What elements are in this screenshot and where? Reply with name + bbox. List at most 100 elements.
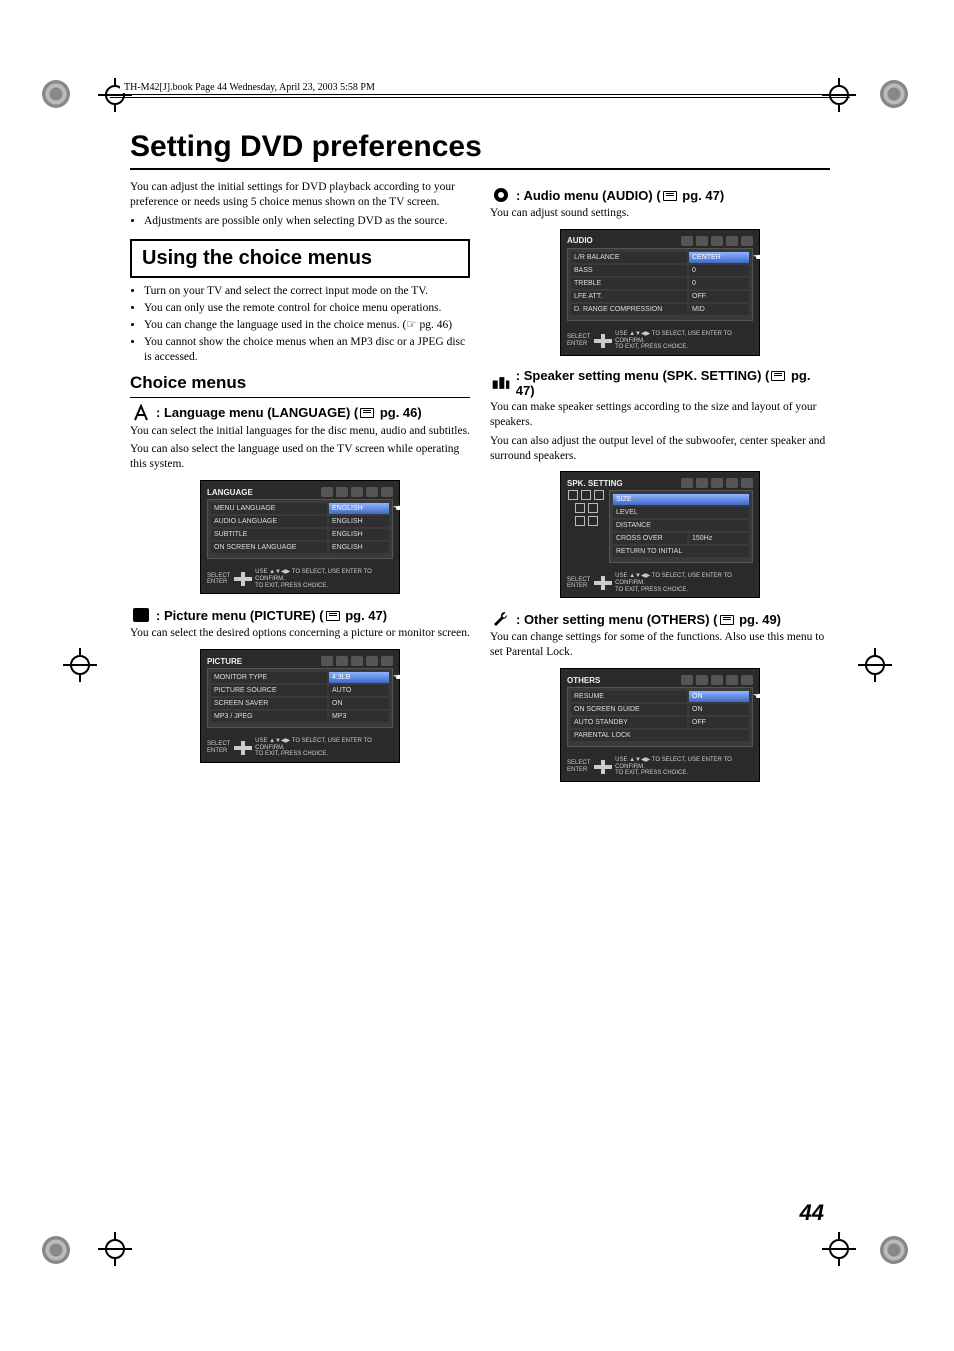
crop-mark-icon — [880, 1236, 908, 1264]
menu-row-value: MID — [689, 304, 749, 315]
audio-menu-screenshot: AUDIO L/R BALANCECENTER BASS0 TREBLE0 LF… — [560, 229, 760, 356]
menu-row-key: MP3 / JPEG — [211, 711, 327, 722]
dpad-icon — [234, 741, 251, 755]
menu-title: SPK. SETTING — [567, 479, 623, 488]
menu-row-value: AUTO — [329, 685, 389, 696]
menu-title: OTHERS — [567, 676, 600, 685]
page-ref-icon — [663, 191, 677, 201]
speaker-layout-icon — [567, 490, 609, 563]
language-para-1: You can select the initial languages for… — [130, 424, 470, 439]
page-ref-icon — [771, 371, 785, 381]
menu-row-key: ON SCREEN LANGUAGE — [211, 542, 327, 553]
menu-row-value: ENGLISH — [329, 529, 389, 540]
menu-row-key: LEVEL — [613, 507, 749, 518]
spk-para-1: You can make speaker settings according … — [490, 400, 830, 430]
page-number: 44 — [800, 1200, 824, 1226]
menu-row-key: SCREEN SAVER — [211, 698, 327, 709]
registration-mark-icon — [100, 1234, 130, 1264]
audio-para: You can adjust sound settings. — [490, 206, 830, 221]
page-ref-icon — [360, 408, 374, 418]
menu-row-key: CROSS OVER — [613, 533, 687, 544]
list-item: You can change the language used in the … — [144, 318, 470, 333]
boxed-heading: Using the choice menus — [130, 239, 470, 278]
spk-heading: : Speaker setting menu (SPK. SETTING) ( … — [490, 368, 830, 398]
heading-text: : Picture menu (PICTURE) ( pg. 47) — [156, 608, 387, 623]
menu-row-key: ON SCREEN GUIDE — [571, 704, 687, 715]
left-column: You can adjust the initial settings for … — [130, 180, 470, 794]
tab-icons — [681, 675, 753, 685]
menu-row-value: ENGLISH — [329, 503, 389, 514]
menu-row-key: PICTURE SOURCE — [211, 685, 327, 696]
menu-row-key: DISTANCE — [613, 520, 749, 531]
menu-row-value: ENGLISH — [329, 542, 389, 553]
picture-para: You can select the desired options conce… — [130, 626, 470, 641]
sub-rule — [130, 397, 470, 398]
title-rule — [130, 168, 830, 170]
picture-icon — [130, 606, 152, 624]
dpad-icon — [234, 572, 251, 586]
dpad-icon — [594, 760, 611, 774]
registration-mark-icon — [65, 650, 95, 680]
header-rule — [110, 94, 850, 98]
menu-row-value: 0 — [689, 265, 749, 276]
menu-title: LANGUAGE — [207, 488, 253, 497]
menu-row-value: ENGLISH — [329, 516, 389, 527]
tab-icons — [681, 236, 753, 246]
heading-text: : Speaker setting menu (SPK. SETTING) ( … — [516, 368, 830, 398]
menu-row-key: PARENTAL LOCK — [571, 730, 749, 741]
list-item: You can only use the remote control for … — [144, 301, 470, 316]
choice-menus-heading: Choice menus — [130, 373, 470, 393]
language-heading: : Language menu (LANGUAGE) ( pg. 46) — [130, 404, 470, 422]
tab-icons — [681, 478, 753, 488]
menu-row-key: D. RANGE COMPRESSION — [571, 304, 687, 315]
spk-menu-screenshot: SPK. SETTING SIZE LEVEL DISTANCE — [560, 471, 760, 598]
menu-row-key: L/R BALANCE — [571, 252, 687, 263]
intro-bullets: Adjustments are possible only when selec… — [130, 214, 470, 229]
crop-mark-icon — [42, 80, 70, 108]
others-para: You can change settings for some of the … — [490, 630, 830, 660]
menu-row-key: RETURN TO INITIAL — [613, 546, 749, 557]
others-heading: : Other setting menu (OTHERS) ( pg. 49) — [490, 610, 830, 628]
intro-paragraph: You can adjust the initial settings for … — [130, 180, 470, 210]
dpad-icon — [594, 576, 611, 590]
book-header: TH-M42[J].book Page 44 Wednesday, April … — [120, 82, 379, 93]
menu-row-key: BASS — [571, 265, 687, 276]
menu-row-key: MONITOR TYPE — [211, 672, 327, 683]
menu-row-value: CENTER — [689, 252, 749, 263]
boxed-bullets: Turn on your TV and select the correct i… — [130, 284, 470, 365]
tab-icons — [321, 487, 393, 497]
heading-text: : Language menu (LANGUAGE) ( pg. 46) — [156, 405, 422, 420]
menu-row-key: MENU LANGUAGE — [211, 503, 327, 514]
dpad-icon — [594, 334, 611, 348]
picture-heading: : Picture menu (PICTURE) ( pg. 47) — [130, 606, 470, 624]
menu-row-value: OFF — [689, 717, 749, 728]
language-menu-screenshot: LANGUAGE MENU LANGUAGEENGLISH AUDIO LANG… — [200, 480, 400, 594]
page-ref-icon — [326, 611, 340, 621]
heading-text: : Other setting menu (OTHERS) ( pg. 49) — [516, 612, 781, 627]
speaker-icon — [490, 374, 512, 392]
menu-title: AUDIO — [567, 236, 593, 245]
menu-row-value: 4:3LB — [329, 672, 389, 683]
menu-title: PICTURE — [207, 657, 242, 666]
menu-row-key: SIZE — [613, 494, 749, 505]
heading-text: : Audio menu (AUDIO) ( pg. 47) — [516, 188, 724, 203]
tab-icons — [321, 656, 393, 666]
list-item: You cannot show the choice menus when an… — [144, 335, 470, 365]
registration-mark-icon — [860, 650, 890, 680]
menu-row-value: ON — [689, 691, 749, 702]
menu-row-key: TREBLE — [571, 278, 687, 289]
menu-row-value: MP3 — [329, 711, 389, 722]
menu-row-key: AUTO STANDBY — [571, 717, 687, 728]
list-item: Turn on your TV and select the correct i… — [144, 284, 470, 299]
language-para-2: You can also select the language used on… — [130, 442, 470, 472]
page-title: Setting DVD preferences — [130, 130, 830, 164]
menu-row-key: AUDIO LANGUAGE — [211, 516, 327, 527]
crop-mark-icon — [880, 80, 908, 108]
list-item: Adjustments are possible only when selec… — [144, 214, 470, 229]
menu-row-value: ON — [329, 698, 389, 709]
menu-row-key: SUBTITLE — [211, 529, 327, 540]
menu-row-key: LFE ATT. — [571, 291, 687, 302]
audio-heading: : Audio menu (AUDIO) ( pg. 47) — [490, 186, 830, 204]
menu-row-value: ON — [689, 704, 749, 715]
menu-row-value: OFF — [689, 291, 749, 302]
